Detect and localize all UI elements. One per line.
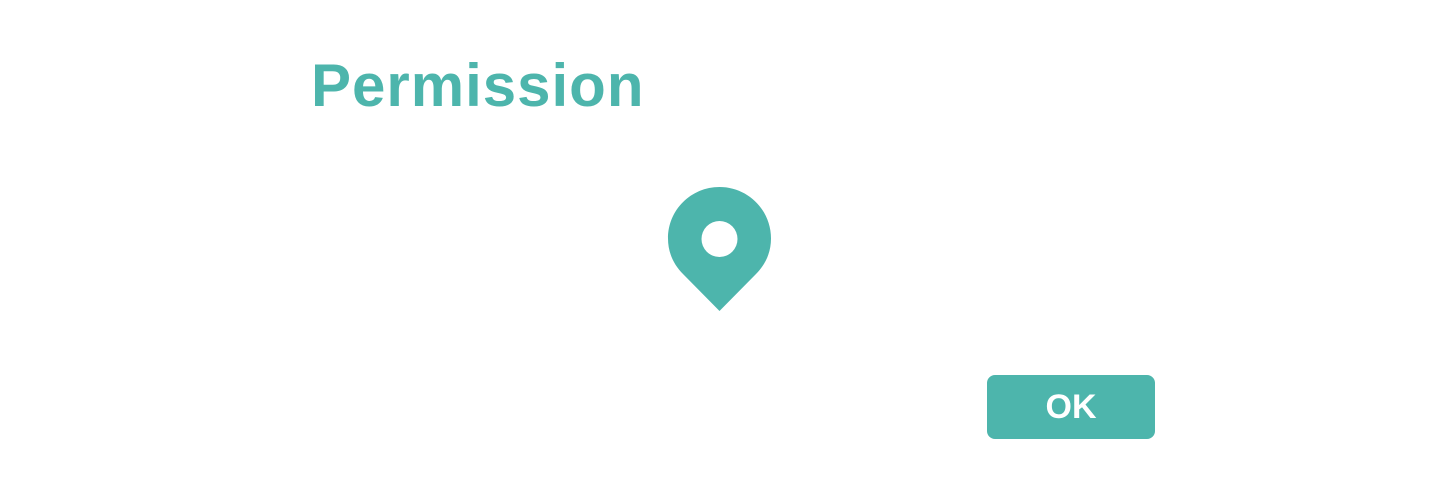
location-pin-icon (666, 185, 773, 315)
dialog-title: Permission (311, 52, 645, 119)
permission-dialog: Permission OK (0, 0, 1440, 480)
ok-button[interactable]: OK (987, 375, 1155, 439)
